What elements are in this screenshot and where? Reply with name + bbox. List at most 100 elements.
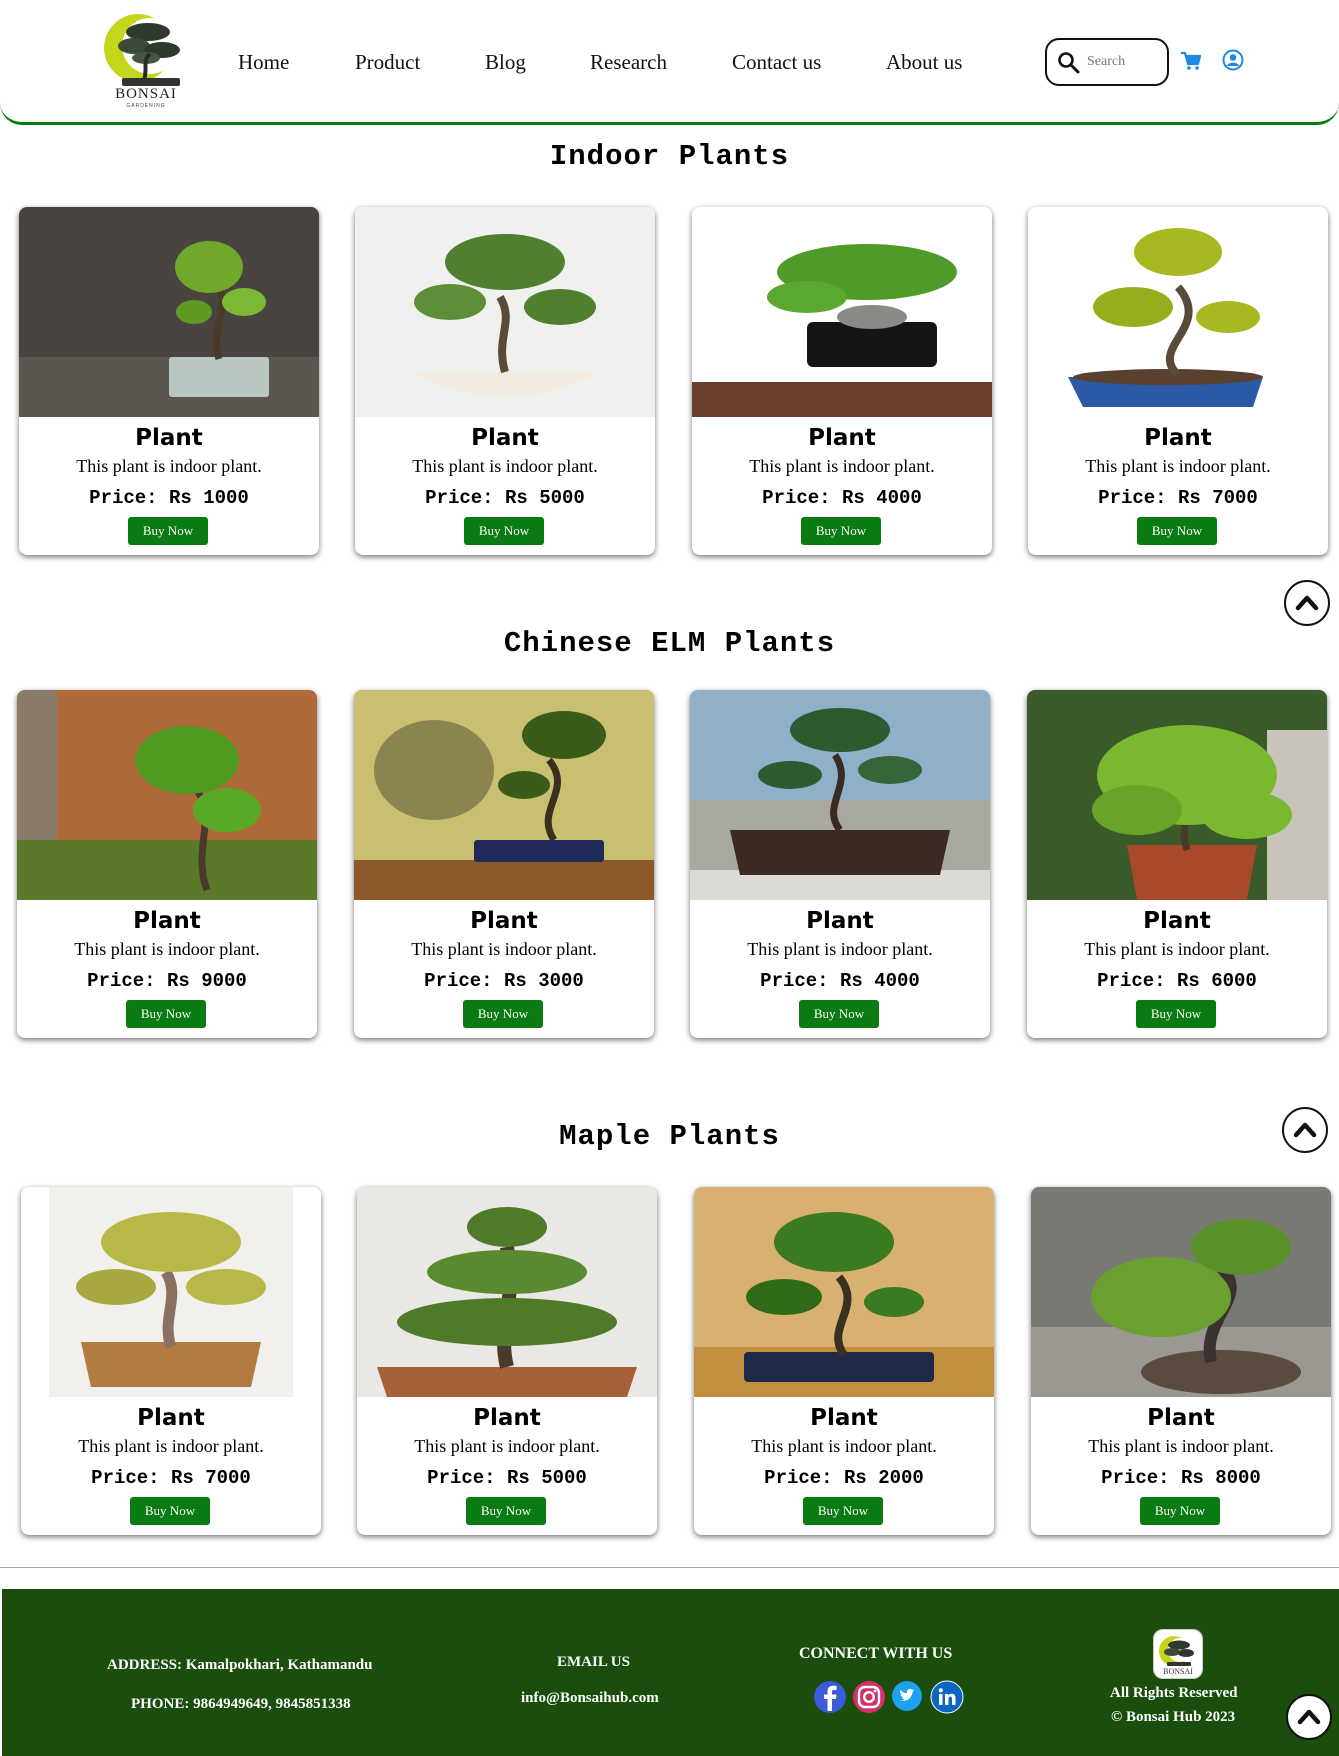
product-image[interactable] (355, 207, 655, 417)
footer-logo-text: BONSAI (1163, 1667, 1193, 1676)
chevron-up-icon (1295, 595, 1319, 611)
product-description: This plant is indoor plant. (747, 939, 933, 959)
scroll-to-top-button[interactable] (1284, 580, 1330, 626)
product-price: Price: Rs 4000 (762, 487, 922, 509)
buy-now-button[interactable]: Buy Now (799, 1000, 879, 1028)
product-description: This plant is indoor plant. (412, 456, 598, 476)
product-card: Plant This plant is indoor plant. Price:… (354, 690, 654, 1038)
footer-address: ADDRESS: Kamalpokhari, Kathamandu (107, 1657, 373, 1673)
product-name: Plant (471, 425, 539, 451)
nav-product[interactable]: Product (355, 50, 420, 75)
product-description: This plant is indoor plant. (1085, 456, 1271, 476)
brand-name: BONSAI (115, 86, 177, 102)
buy-now-button[interactable]: Buy Now (1140, 1497, 1220, 1525)
section-title-maple: Maple Plants (559, 1120, 780, 1153)
product-card: Plant This plant is indoor plant. Price:… (1027, 690, 1327, 1038)
chevron-up-icon (1293, 1122, 1317, 1138)
product-card: Plant This plant is indoor plant. Price:… (1028, 207, 1328, 555)
product-price: Price: Rs 2000 (764, 1467, 924, 1489)
product-image[interactable] (17, 690, 317, 900)
cart-icon[interactable] (1180, 51, 1202, 71)
search-input[interactable] (1087, 52, 1163, 72)
product-description: This plant is indoor plant. (76, 456, 262, 476)
bonsai-logo-icon (104, 14, 180, 86)
buy-now-button[interactable]: Buy Now (130, 1497, 210, 1525)
nav-research[interactable]: Research (590, 50, 667, 75)
scroll-to-top-button[interactable] (1282, 1107, 1328, 1153)
nav-about-us[interactable]: About us (886, 50, 962, 75)
section-title-chinese-elm: Chinese ELM Plants (503, 627, 836, 660)
product-image[interactable] (690, 690, 990, 900)
product-card: Plant This plant is indoor plant. Price:… (19, 207, 319, 555)
product-card: Plant This plant is indoor plant. Price:… (17, 690, 317, 1038)
chevron-up-icon (1297, 1709, 1321, 1725)
buy-now-button[interactable]: Buy Now (1136, 1000, 1216, 1028)
nav-home[interactable]: Home (238, 50, 289, 75)
product-description: This plant is indoor plant. (411, 939, 597, 959)
buy-now-button[interactable]: Buy Now (126, 1000, 206, 1028)
instagram-icon[interactable] (853, 1681, 885, 1713)
search-box[interactable] (1045, 38, 1169, 86)
section-title-indoor: Indoor Plants (549, 140, 790, 173)
nav-blog[interactable]: Blog (485, 50, 526, 75)
scroll-to-top-button[interactable] (1286, 1694, 1332, 1740)
product-description: This plant is indoor plant. (74, 939, 260, 959)
search-icon[interactable] (1057, 51, 1081, 75)
product-image[interactable] (694, 1187, 994, 1397)
product-image[interactable] (1027, 690, 1327, 900)
linkedin-icon[interactable] (930, 1680, 964, 1714)
footer-phone: PHONE: 9864949649, 9845851338 (131, 1696, 351, 1712)
product-name: Plant (806, 908, 874, 934)
product-price: Price: Rs 5000 (427, 1467, 587, 1489)
product-image[interactable] (21, 1187, 321, 1397)
product-card: Plant This plant is indoor plant. Price:… (692, 207, 992, 555)
buy-now-button[interactable]: Buy Now (801, 517, 881, 545)
product-image[interactable] (1031, 1187, 1331, 1397)
buy-now-button[interactable]: Buy Now (1137, 517, 1217, 545)
product-card: Plant This plant is indoor plant. Price:… (694, 1187, 994, 1535)
buy-now-button[interactable]: Buy Now (463, 1000, 543, 1028)
buy-now-button[interactable]: Buy Now (128, 517, 208, 545)
product-price: Price: Rs 7000 (91, 1467, 251, 1489)
product-image[interactable] (1028, 207, 1328, 417)
site-footer: ADDRESS: Kamalpokhari, Kathamandu PHONE:… (2, 1589, 1339, 1756)
bonsai-logo-icon (1159, 1636, 1194, 1666)
facebook-icon[interactable] (814, 1681, 846, 1713)
product-image[interactable] (354, 690, 654, 900)
buy-now-button[interactable]: Buy Now (464, 517, 544, 545)
section-divider (0, 1567, 1339, 1568)
twitter-icon[interactable] (892, 1681, 922, 1711)
product-price: Price: Rs 7000 (1098, 487, 1258, 509)
brand-logo[interactable]: BONSAI GARDENING (104, 10, 188, 109)
product-name: Plant (1144, 425, 1212, 451)
buy-now-button[interactable]: Buy Now (466, 1497, 546, 1525)
product-price: Price: Rs 6000 (1097, 970, 1257, 992)
brand-tagline: GARDENING (126, 103, 166, 109)
product-name: Plant (810, 1405, 878, 1431)
product-name: Plant (135, 425, 203, 451)
footer-email-link[interactable]: info@Bonsaihub.com (521, 1690, 659, 1707)
product-card: Plant This plant is indoor plant. Price:… (357, 1187, 657, 1535)
product-image[interactable] (19, 207, 319, 417)
product-card: Plant This plant is indoor plant. Price:… (1031, 1187, 1331, 1535)
product-price: Price: Rs 3000 (424, 970, 584, 992)
product-name: Plant (1143, 908, 1211, 934)
product-description: This plant is indoor plant. (1084, 939, 1270, 959)
product-card: Plant This plant is indoor plant. Price:… (21, 1187, 321, 1535)
product-card: Plant This plant is indoor plant. Price:… (690, 690, 990, 1038)
footer-rights: All Rights Reserved (1110, 1685, 1238, 1701)
product-description: This plant is indoor plant. (749, 456, 935, 476)
product-description: This plant is indoor plant. (414, 1436, 600, 1456)
buy-now-button[interactable]: Buy Now (803, 1497, 883, 1525)
product-image[interactable] (692, 207, 992, 417)
product-price: Price: Rs 4000 (760, 970, 920, 992)
product-image[interactable] (357, 1187, 657, 1397)
product-price: Price: Rs 5000 (425, 487, 585, 509)
product-name: Plant (1147, 1405, 1215, 1431)
product-name: Plant (808, 425, 876, 451)
nav-contact-us[interactable]: Contact us (732, 50, 821, 75)
product-description: This plant is indoor plant. (751, 1436, 937, 1456)
product-name: Plant (473, 1405, 541, 1431)
site-header: BONSAI GARDENING Home Product Blog Resea… (0, 0, 1339, 125)
user-account-icon[interactable] (1222, 49, 1244, 71)
